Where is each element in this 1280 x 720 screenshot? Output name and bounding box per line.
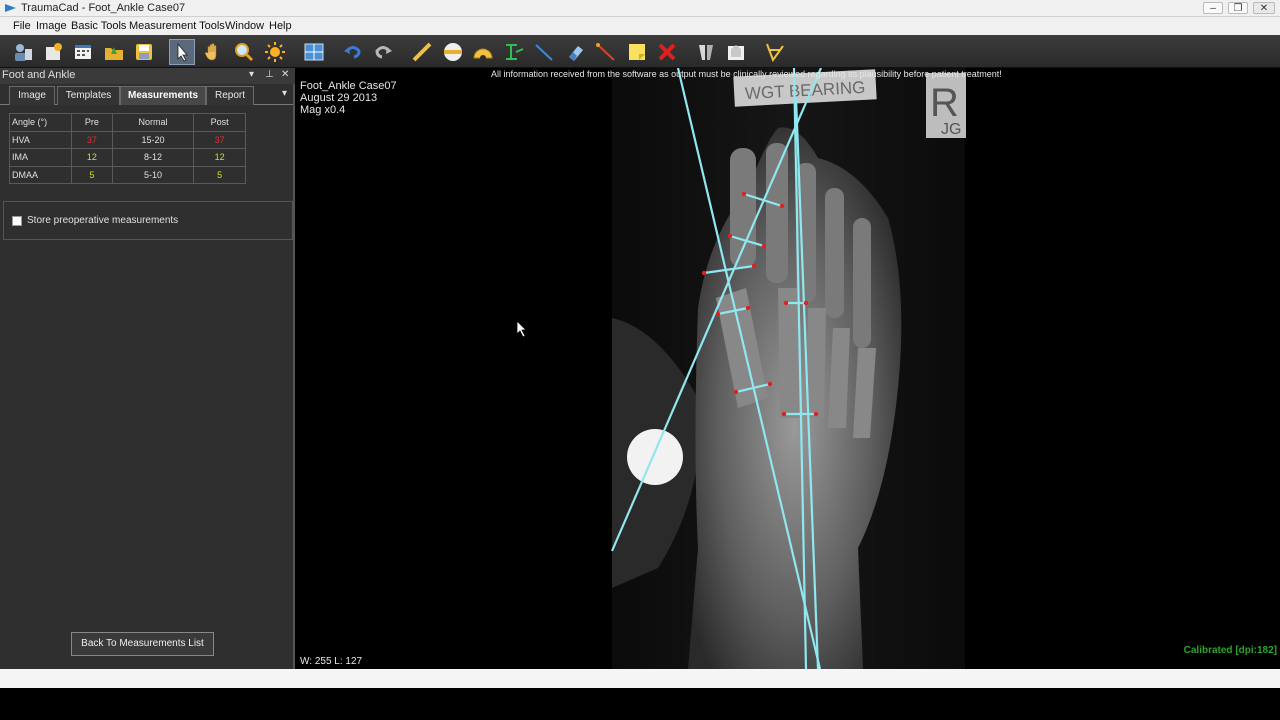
layout-grid-icon[interactable] (301, 39, 327, 65)
straight-line-icon[interactable] (531, 39, 557, 65)
delete-icon[interactable] (654, 39, 680, 65)
angle-name: DMAA (9, 165, 72, 184)
window-level-readout: W: 255 L: 127 (300, 656, 363, 667)
close-window-button[interactable]: ✕ (1253, 2, 1275, 14)
app-logo-icon (5, 4, 16, 12)
angle-name: HVA (9, 130, 72, 149)
tab-image[interactable]: Image (9, 86, 55, 105)
table-row[interactable]: HVA 37 15-20 37 (9, 130, 246, 149)
brightness-contrast-icon[interactable] (262, 39, 288, 65)
open-folder-icon[interactable] (101, 39, 127, 65)
case-info: Foot_Ankle Case07 August 29 2013 Mag x0.… (300, 80, 397, 116)
menu-file[interactable]: File (13, 20, 31, 32)
parallel-lines-icon[interactable] (501, 39, 527, 65)
redo-icon[interactable] (370, 39, 396, 65)
image-list-icon[interactable] (70, 39, 96, 65)
panel-dropdown-icon[interactable]: ▾ (249, 69, 254, 80)
pan-hand-icon[interactable] (200, 39, 226, 65)
case-name: Foot_Ankle Case07 (300, 80, 397, 92)
post-value: 37 (193, 130, 246, 149)
tab-measurements[interactable]: Measurements (120, 86, 206, 105)
maximize-button[interactable]: ❐ (1228, 2, 1248, 14)
line-ruler-icon[interactable] (409, 39, 435, 65)
measurements-table: Angle (°) Pre Normal Post HVA 37 15-20 3… (9, 113, 246, 184)
column-header: Post (193, 113, 246, 132)
panel-header: Foot and Ankle ▾ ⊥ ✕ (0, 68, 295, 84)
xray-image[interactable]: WGT BEARING R JG (298, 68, 1280, 669)
calibration-status: Calibrated [dpi:182] (1183, 645, 1277, 656)
angle-protractor-icon[interactable] (470, 39, 496, 65)
panel-tabs: Image Templates Measurements Report ▾ (0, 85, 293, 105)
menu-measurement-tools[interactable]: Measurement Tools (129, 20, 225, 32)
menu-window[interactable]: Window (225, 20, 264, 32)
tab-report[interactable]: Report (206, 86, 254, 105)
column-header: Normal (111, 113, 195, 132)
menu-bar: File Image Basic Tools Measurement Tools… (0, 17, 1280, 35)
minimize-button[interactable]: – (1203, 2, 1223, 14)
pre-value: 5 (71, 165, 113, 184)
menu-help[interactable]: Help (269, 20, 292, 32)
traumacad-window: TraumaCad - Foot_Ankle Case07 – ❐ ✕ File… (0, 0, 1280, 720)
back-to-measurements-button[interactable]: Back To Measurements List (71, 632, 214, 656)
undo-icon[interactable] (340, 39, 366, 65)
calibration-ball (627, 429, 683, 485)
template-tool-icon[interactable] (693, 39, 719, 65)
toolbar (0, 35, 1280, 68)
foot-angle-tool-icon[interactable] (762, 39, 788, 65)
store-preop-section: Store preoperative measurements (3, 201, 293, 240)
image-viewer[interactable]: WGT BEARING R JG All information receive… (298, 68, 1280, 669)
normal-range: 5-10 (111, 165, 195, 184)
clinical-disclaimer: All information received from the softwa… (491, 69, 1002, 79)
circle-tool-icon[interactable] (440, 39, 466, 65)
measure-line-icon[interactable] (593, 39, 619, 65)
angle-name: IMA (9, 148, 72, 167)
normal-range: 8-12 (111, 148, 195, 167)
new-case-icon[interactable] (40, 39, 66, 65)
table-row[interactable]: DMAA 5 5-10 5 (9, 165, 246, 184)
title-bar: TraumaCad - Foot_Ankle Case07 – ❐ ✕ (0, 0, 1280, 17)
tabs-overflow-icon[interactable]: ▾ (282, 88, 287, 99)
window-title: TraumaCad - Foot_Ankle Case07 (21, 2, 186, 14)
post-value: 5 (193, 165, 246, 184)
tab-templates[interactable]: Templates (57, 86, 120, 105)
store-preop-label: Store preoperative measurements (27, 215, 179, 226)
magnification: Mag x0.4 (300, 104, 346, 116)
status-strip (0, 669, 1280, 688)
panel-pin-icon[interactable]: ⊥ (265, 69, 274, 80)
save-icon[interactable] (131, 39, 157, 65)
foot-ankle-panel: Foot and Ankle ▾ ⊥ ✕ Image Templates Mea… (0, 68, 295, 669)
zoom-magnifier-icon[interactable] (231, 39, 257, 65)
open-patient-icon[interactable] (10, 39, 36, 65)
table-header-row: Angle (°) Pre Normal Post (9, 113, 246, 132)
implant-tool-icon[interactable] (723, 39, 749, 65)
pre-value: 12 (71, 148, 113, 167)
pre-value: 37 (71, 130, 113, 149)
post-value: 12 (193, 148, 246, 167)
side-marker-letter: R (930, 81, 959, 125)
note-icon[interactable] (624, 39, 650, 65)
side-marker-initials: JG (941, 121, 961, 138)
table-row[interactable]: IMA 12 8-12 12 (9, 148, 246, 167)
mouse-cursor-icon (516, 320, 527, 338)
eraser-icon[interactable] (563, 39, 589, 65)
store-preop-checkbox[interactable] (12, 216, 22, 226)
column-header: Pre (71, 113, 113, 132)
normal-range: 15-20 (111, 130, 195, 149)
case-date: August 29 2013 (300, 92, 378, 104)
column-header: Angle (°) (9, 113, 72, 132)
panel-close-icon[interactable]: ✕ (281, 69, 289, 80)
panel-title: Foot and Ankle (2, 69, 76, 81)
menu-basic-tools[interactable]: Basic Tools (71, 20, 126, 32)
select-pointer-icon[interactable] (169, 39, 195, 65)
menu-image[interactable]: Image (36, 20, 67, 32)
